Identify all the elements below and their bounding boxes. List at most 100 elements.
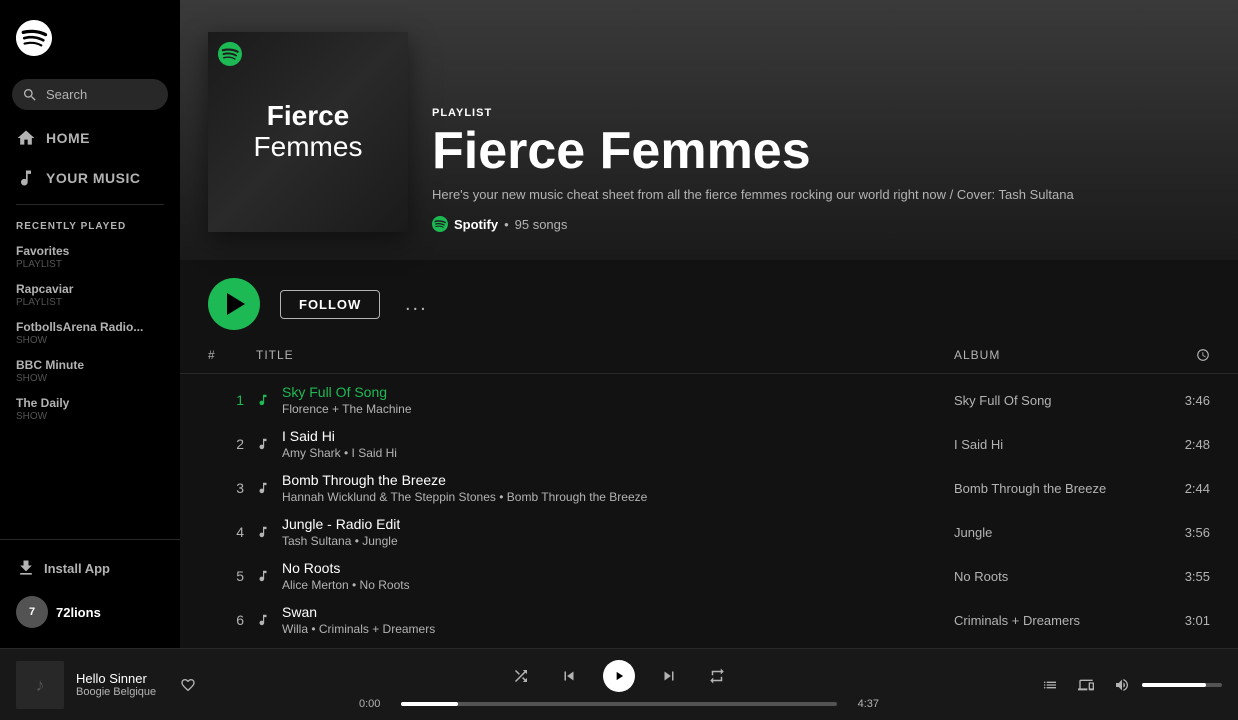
queue-button[interactable] xyxy=(1038,673,1062,697)
play-triangle-icon xyxy=(227,293,245,315)
music-track-icon xyxy=(256,437,270,451)
recently-played-item[interactable]: FotbollsArena Radio... Show xyxy=(0,314,180,352)
playlist-info: Playlist Fierce Femmes Here's your new m… xyxy=(432,107,1210,233)
more-options-button[interactable]: ... xyxy=(400,288,432,320)
table-row[interactable]: 2 I Said Hi Amy Shark • I Said Hi I Said… xyxy=(180,422,1238,466)
svg-text:♪: ♪ xyxy=(36,675,45,695)
total-time: 4:37 xyxy=(847,698,879,710)
sidebar-home-label: Home xyxy=(46,130,90,146)
track-album[interactable]: Criminals + Dreamers xyxy=(954,613,1134,628)
playlist-meta: Spotify • 95 songs xyxy=(432,216,1210,232)
play-pause-button[interactable] xyxy=(603,660,635,692)
col-header-album: ALBUM xyxy=(954,348,1134,365)
user-profile[interactable]: 7 72lions xyxy=(16,596,164,628)
progress-track[interactable] xyxy=(401,702,837,706)
sidebar-item-home[interactable]: Home xyxy=(0,118,180,158)
player-track-artist[interactable]: Boogie Belgique xyxy=(76,686,156,698)
cover-text-line1: Fierce xyxy=(254,101,363,132)
controls-bar: FOLLOW ... xyxy=(180,260,1238,344)
track-duration: 3:56 xyxy=(1146,525,1210,540)
shuffle-button[interactable] xyxy=(507,662,535,690)
progress-bar-container: 0:00 4:37 xyxy=(359,698,879,710)
track-duration: 3:55 xyxy=(1146,569,1210,584)
music-track-icon xyxy=(256,569,270,583)
playlist-play-button[interactable] xyxy=(208,278,260,330)
track-name: Bomb Through the Breeze xyxy=(282,472,647,488)
track-album[interactable]: Bomb Through the Breeze xyxy=(954,481,1134,496)
track-name: Jungle - Radio Edit xyxy=(282,516,400,532)
recently-item-type: Show xyxy=(16,373,164,384)
recently-item-name: FotbollsArena Radio... xyxy=(16,320,164,334)
install-app-button[interactable]: Install App xyxy=(16,552,164,584)
spotify-logo[interactable] xyxy=(0,0,180,71)
recently-item-name: BBC Minute xyxy=(16,358,164,372)
track-name: No Roots xyxy=(282,560,410,576)
repeat-button[interactable] xyxy=(703,662,731,690)
track-album[interactable]: I Said Hi xyxy=(954,437,1134,452)
track-album[interactable]: Sky Full Of Song xyxy=(954,393,1134,408)
player-buttons xyxy=(507,660,731,692)
download-icon xyxy=(16,558,36,578)
track-number: 4 xyxy=(208,524,244,540)
progress-fill xyxy=(401,702,458,706)
player-track-name[interactable]: Hello Sinner xyxy=(76,671,156,686)
track-info: Bomb Through the Breeze Hannah Wicklund … xyxy=(256,472,942,504)
follow-button[interactable]: FOLLOW xyxy=(280,290,380,319)
table-row[interactable]: 6 Swan Willa • Criminals + Dreamers Crim… xyxy=(180,598,1238,642)
track-list-body: 1 Sky Full Of Song Florence + The Machin… xyxy=(180,378,1238,648)
track-artists: Amy Shark • I Said Hi xyxy=(282,446,397,460)
track-number: 3 xyxy=(208,480,244,496)
devices-button[interactable] xyxy=(1074,673,1098,697)
track-number: 2 xyxy=(208,436,244,452)
cover-spotify-icon xyxy=(218,42,242,66)
track-details: Bomb Through the Breeze Hannah Wicklund … xyxy=(282,472,647,504)
recently-played-item[interactable]: The Daily Show xyxy=(0,390,180,428)
heart-button[interactable] xyxy=(176,673,200,697)
sidebar-item-your-music[interactable]: Your Music xyxy=(0,158,180,198)
track-duration: 3:01 xyxy=(1146,613,1210,628)
track-info: I Said Hi Amy Shark • I Said Hi xyxy=(256,428,942,460)
table-row[interactable]: 4 Jungle - Radio Edit Tash Sultana • Jun… xyxy=(180,510,1238,554)
volume-track[interactable] xyxy=(1142,683,1222,687)
track-album[interactable]: Jungle xyxy=(954,525,1134,540)
sidebar: Home Your Music Recently PLAYED Favorite… xyxy=(0,0,180,648)
recently-played-item[interactable]: Rapcaviar Playlist xyxy=(0,276,180,314)
playlist-brand: Spotify xyxy=(454,217,498,232)
player-track-text: Hello Sinner Boogie Belgique xyxy=(76,671,156,698)
track-list-header: # TITLE ALBUM xyxy=(180,344,1238,374)
recently-item-name: Rapcaviar xyxy=(16,282,164,296)
track-duration: 2:44 xyxy=(1146,481,1210,496)
recently-played-item[interactable]: Favorites Playlist xyxy=(0,238,180,276)
track-name: I Said Hi xyxy=(282,428,397,444)
previous-button[interactable] xyxy=(555,662,583,690)
home-icon xyxy=(16,128,36,148)
volume-button[interactable] xyxy=(1110,673,1134,697)
track-album[interactable]: No Roots xyxy=(954,569,1134,584)
player-extras xyxy=(1002,673,1222,697)
track-number: 1 xyxy=(208,392,244,408)
main-content: Fierce Femmes Playlist Fierce Femmes Her… xyxy=(180,0,1238,648)
track-artists: Hannah Wicklund & The Steppin Stones • B… xyxy=(282,490,647,504)
player-bar: ♪ Hello Sinner Boogie Belgique xyxy=(0,648,1238,720)
search-section xyxy=(12,79,168,110)
next-button[interactable] xyxy=(655,662,683,690)
playlist-cover-text: Fierce Femmes xyxy=(244,91,373,173)
music-note-icon xyxy=(16,168,36,188)
track-info: Swan Willa • Criminals + Dreamers xyxy=(256,604,942,636)
playlist-cover: Fierce Femmes xyxy=(208,32,408,232)
playlist-header: Fierce Femmes Playlist Fierce Femmes Her… xyxy=(180,0,1238,260)
cover-text-line2: Femmes xyxy=(254,132,363,163)
install-app-label: Install App xyxy=(44,561,110,576)
table-row[interactable]: 1 Sky Full Of Song Florence + The Machin… xyxy=(180,378,1238,422)
table-row[interactable]: 3 Bomb Through the Breeze Hannah Wicklun… xyxy=(180,466,1238,510)
sidebar-your-music-label: Your Music xyxy=(46,170,140,186)
music-track-icon xyxy=(256,393,270,407)
table-row[interactable]: 5 No Roots Alice Merton • No Roots No Ro… xyxy=(180,554,1238,598)
playlist-song-count: 95 songs xyxy=(515,217,568,232)
track-artists: Alice Merton • No Roots xyxy=(282,578,410,592)
music-track-icon xyxy=(256,613,270,627)
recently-played-item[interactable]: BBC Minute Show xyxy=(0,352,180,390)
player-cover-art: ♪ xyxy=(16,661,64,709)
recently-played-list: Favorites Playlist Rapcaviar Playlist Fo… xyxy=(0,238,180,539)
volume-fill xyxy=(1142,683,1206,687)
